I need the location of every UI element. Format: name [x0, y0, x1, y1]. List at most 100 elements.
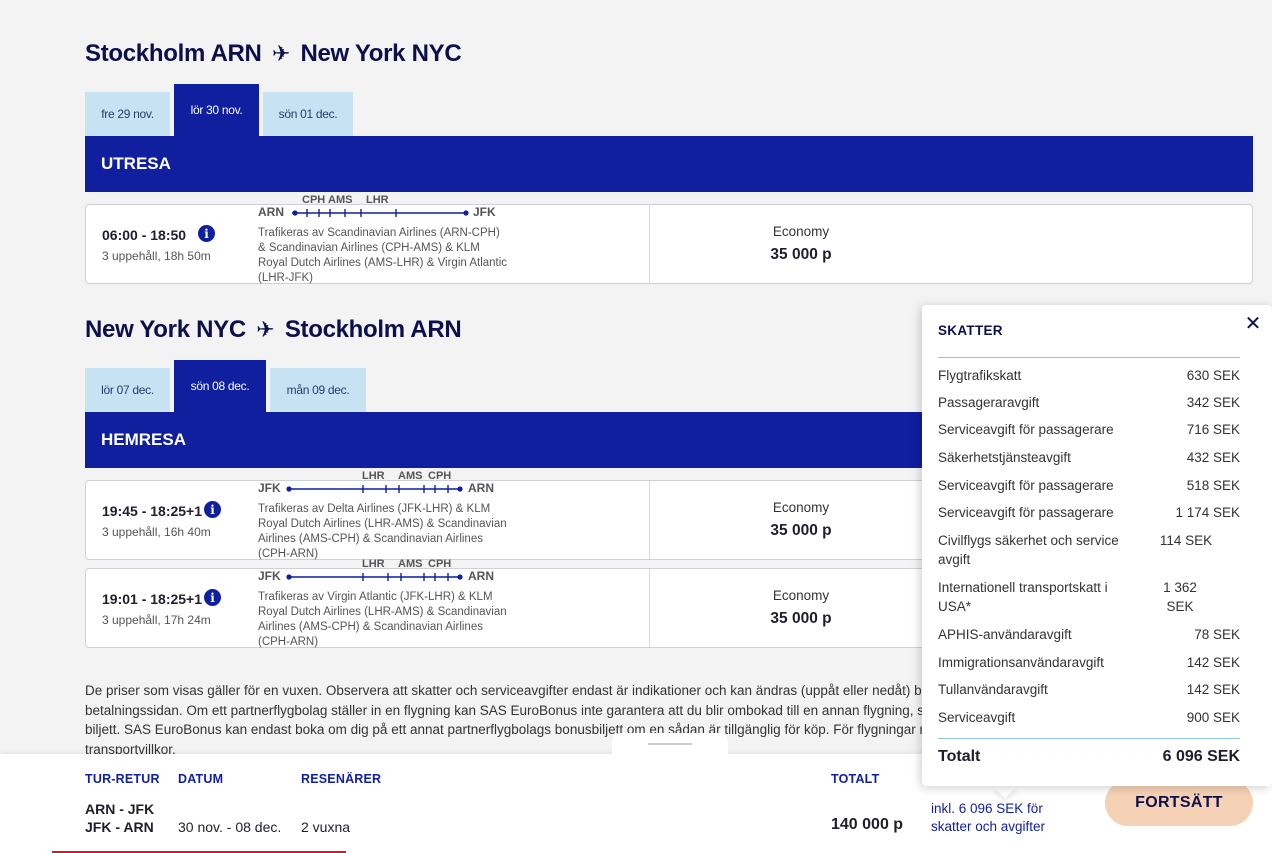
flight-time: 19:01 - 18:25+1	[102, 591, 203, 607]
total-price: 140 000 p	[831, 816, 904, 833]
popup-divider	[938, 738, 1240, 739]
info-icon[interactable]: i	[204, 589, 221, 606]
flight-time: 06:00 - 18:50	[102, 227, 187, 243]
tax-value: 716 SEK	[1186, 422, 1240, 437]
via-stop: LHR	[366, 194, 389, 206]
tax-value: 1 174 SEK	[1175, 505, 1240, 520]
plane-icon: ✈	[271, 41, 291, 66]
route-destination: ARN	[468, 481, 494, 495]
tax-name: Serviceavgift	[938, 710, 1016, 725]
card-divider	[649, 481, 650, 559]
via-stop: AMS	[328, 194, 353, 206]
outbound-band: UTRESA	[85, 136, 1253, 192]
cabin-price[interactable]: 35 000 p	[741, 246, 861, 264]
destination-code: ARN	[410, 316, 462, 343]
route-line: JFK LHR AMS CPH ARN	[258, 470, 508, 501]
date-tab-prev[interactable]: lör 07 dec.	[85, 368, 170, 412]
close-icon[interactable]: ✕	[1244, 314, 1262, 334]
cabin-class[interactable]: Economy	[741, 588, 861, 603]
cabin-price[interactable]: 35 000 p	[741, 610, 861, 628]
via-stop: LHR	[362, 558, 385, 570]
handle-grip-icon	[648, 743, 692, 745]
destination-city: New York	[300, 40, 406, 67]
tax-name: Säkerhetstjänsteavgift	[938, 450, 1071, 465]
origin-code: ARN	[210, 40, 262, 67]
trip-outbound: ARN - JFK	[85, 801, 155, 817]
flight-stops: 3 uppehåll, 16h 40m	[102, 525, 211, 539]
plane-icon: ✈	[256, 317, 275, 342]
tax-name: Flygtrafikskatt	[938, 368, 1022, 383]
outbound-route-title: Stockholm ARN ✈ New York NYC	[85, 40, 462, 68]
popup-divider	[938, 357, 1240, 358]
taxes-link-line2: skatter och avgifter	[931, 819, 1046, 834]
tax-total-row: Totalt 6 096 SEK	[938, 748, 1240, 766]
trip-dates: 30 nov. - 08 dec.	[178, 819, 282, 835]
total-header: TOTALT	[831, 772, 880, 786]
destination-city: Stockholm	[284, 316, 405, 343]
flight-card[interactable]: 06:00 - 18:50 i 3 uppehåll, 18h 50m ARN …	[85, 194, 1253, 284]
tax-value: 1 362 SEK	[1163, 580, 1197, 614]
via-stop: CPH	[428, 558, 452, 570]
popup-title: SKATTER	[938, 323, 1003, 338]
outbound-date-tabs: fre 29 nov. lör 30 nov. sön 01 dec.	[85, 84, 353, 136]
passengers-header: RESENÄRER	[301, 772, 382, 786]
flight-stops: 3 uppehåll, 17h 24m	[102, 613, 211, 627]
date-tab-selected[interactable]: lör 30 nov.	[174, 84, 259, 136]
tax-name: Serviceavgift för passagerare	[938, 478, 1114, 493]
tax-value: 342 SEK	[1186, 395, 1240, 410]
origin-city: Stockholm	[85, 40, 205, 67]
destination-code: NYC	[411, 40, 462, 67]
tax-name: Passageraravgift	[938, 395, 1040, 410]
tax-total-value: 6 096 SEK	[1162, 748, 1240, 765]
operated-by: Trafikeras av Scandinavian Airlines (ARN…	[258, 227, 508, 284]
cabin-class[interactable]: Economy	[741, 224, 861, 239]
tax-name: Tullanvändaravgift	[938, 682, 1048, 697]
tax-total-label: Totalt	[938, 748, 981, 765]
taxes-link-line1: inkl. 6 096 SEK för	[931, 801, 1043, 816]
via-stop: LHR	[362, 470, 385, 482]
tax-value: 114 SEK	[1159, 533, 1213, 548]
tax-value: 78 SEK	[1194, 627, 1240, 642]
price-disclaimer: De priser som visas gäller för en vuxen.…	[85, 683, 934, 757]
operated-by: Trafikeras av Virgin Atlantic (JFK-LHR) …	[258, 591, 507, 648]
route-destination: JFK	[473, 205, 496, 219]
cabin-price[interactable]: 35 000 p	[741, 522, 861, 540]
flight-stops: 3 uppehåll, 18h 50m	[102, 249, 211, 263]
tax-name: Internationell transportskatt i USA*	[938, 580, 1108, 614]
date-header: DATUM	[178, 772, 224, 786]
passenger-count: 2 vuxna	[301, 819, 351, 835]
tax-name: Serviceavgift för passagerare	[938, 505, 1114, 520]
info-icon[interactable]: i	[198, 225, 215, 242]
tax-breakdown-popup: SKATTER ✕ Flygtrafikskatt 630 SEK Passag…	[922, 305, 1272, 786]
tax-name: APHIS-användaravgift	[938, 627, 1072, 642]
route-line: ARN CPH AMS LHR JFK	[258, 194, 508, 225]
tax-value: 630 SEK	[1186, 368, 1240, 383]
via-stop: AMS	[398, 470, 423, 482]
origin-code: NYC	[196, 316, 246, 343]
continue-button[interactable]: FORTSÄTT	[1105, 780, 1253, 826]
summary-expand-handle[interactable]	[612, 733, 728, 755]
route-line: JFK LHR AMS CPH ARN	[258, 558, 508, 589]
route-line-graphic	[292, 209, 469, 217]
tax-name: Immigrationsanvändaravgift	[938, 655, 1104, 670]
date-tab-selected[interactable]: sön 08 dec.	[174, 360, 266, 412]
operated-by: Trafikeras av Delta Airlines (JFK-LHR) &…	[258, 503, 507, 560]
card-divider	[649, 205, 650, 283]
via-stop: AMS	[398, 558, 423, 570]
date-tab-prev[interactable]: fre 29 nov.	[85, 92, 170, 136]
via-stop: CPH	[428, 470, 452, 482]
taxes-link[interactable]: inkl. 6 096 SEK för skatter och avgifter	[931, 800, 1045, 836]
tax-name: Serviceavgift för passagerare	[938, 422, 1114, 437]
inbound-route-title: New York NYC ✈ Stockholm ARN	[85, 316, 462, 344]
date-tab-next[interactable]: mån 09 dec.	[270, 368, 366, 412]
cabin-class[interactable]: Economy	[741, 500, 861, 515]
date-tab-next[interactable]: sön 01 dec.	[263, 92, 353, 136]
tax-value: 142 SEK	[1186, 682, 1240, 697]
tax-value: 432 SEK	[1186, 450, 1240, 465]
info-icon[interactable]: i	[204, 501, 221, 518]
trip-inbound: JFK - ARN	[85, 819, 154, 835]
inbound-date-tabs: lör 07 dec. sön 08 dec. mån 09 dec.	[85, 360, 366, 412]
route-destination: ARN	[468, 569, 494, 583]
tax-value: 518 SEK	[1186, 478, 1240, 493]
card-divider	[649, 569, 650, 647]
